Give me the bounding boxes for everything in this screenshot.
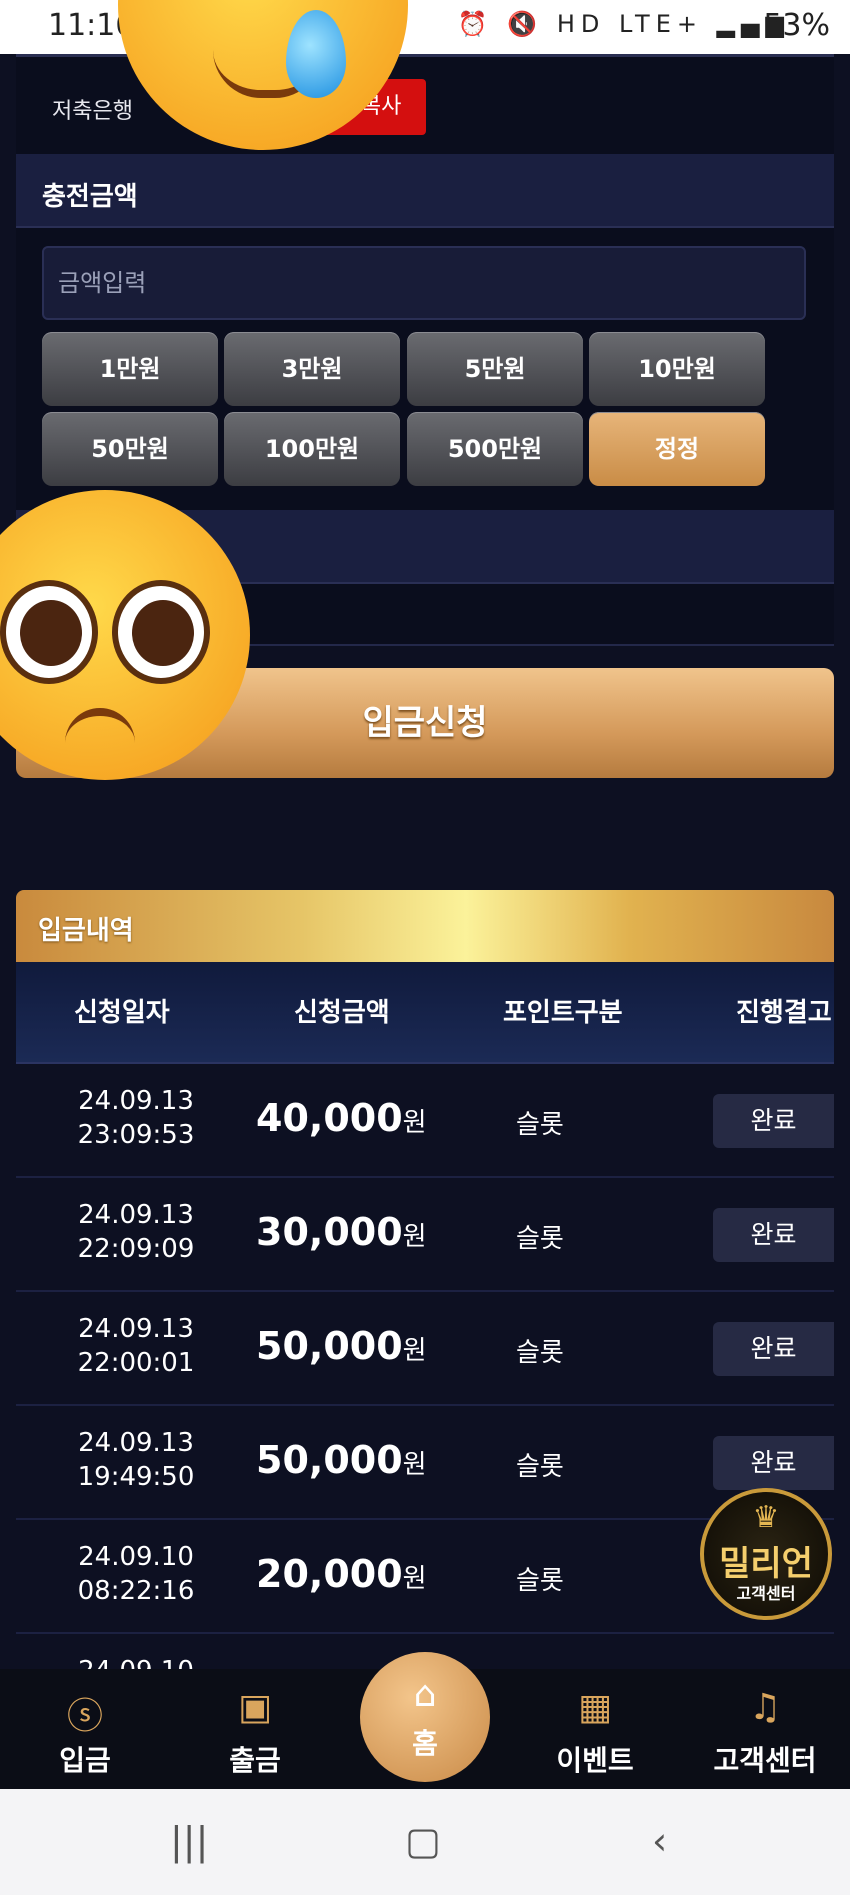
emoji-left-pupil <box>20 600 82 666</box>
nav-support-label: 고객센터 <box>713 1744 817 1777</box>
row-type: 슬롯 <box>516 1338 564 1368</box>
crown-icon: ♛ <box>752 1500 780 1535</box>
row-date: 24.09.10 08:22:16 <box>77 1542 195 1606</box>
emoji-left-eye <box>0 580 98 684</box>
history-columns: 신청일자 신청금액 포인트구분 진행결고 <box>16 962 834 1064</box>
column-result: 진행결고 <box>736 998 832 1028</box>
emoji-frown <box>65 708 135 752</box>
nav-deposit-label: 입금 <box>59 1744 111 1777</box>
emoji-right-pupil <box>132 600 194 666</box>
nav-home-label: 홈 <box>412 1727 438 1760</box>
row-amount: 20,000원 <box>256 1552 427 1596</box>
badge-brand-name: 밀리언 <box>719 1544 813 1584</box>
amount-chip-10k[interactable]: 1만원 <box>42 332 218 406</box>
dollar-coin-icon: ⓢ <box>66 1696 103 1737</box>
row-status-badge: 완료 <box>713 1436 834 1490</box>
amount-input[interactable]: 금액입력 <box>42 246 806 320</box>
back-icon[interactable]: ‹ <box>652 1819 667 1863</box>
amount-chip-1m[interactable]: 100만원 <box>224 412 400 486</box>
row-type: 슬롯 <box>516 1452 564 1482</box>
recent-apps-icon[interactable]: ||| <box>170 1819 208 1863</box>
table-row: 24.09.13 22:00:01 50,000원 슬롯 완료 <box>16 1292 834 1406</box>
row-type: 슬롯 <box>516 1224 564 1254</box>
support-center-badge[interactable]: ♛ 밀리언 고객센터 <box>700 1488 832 1620</box>
history-title: 입금내역 <box>38 916 134 946</box>
amount-chip-500k[interactable]: 50만원 <box>42 412 218 486</box>
column-date: 신청일자 <box>74 998 170 1028</box>
row-status-badge: 완료 <box>713 1322 834 1376</box>
row-status-badge: 완료 <box>713 1094 834 1148</box>
home-icon: ⌂ <box>413 1674 437 1715</box>
row-date: 24.09.13 22:09:09 <box>77 1200 195 1264</box>
row-type: 슬롯 <box>516 1110 564 1140</box>
row-type: 슬롯 <box>516 1566 564 1596</box>
nav-deposit[interactable]: ⓢ 입금 <box>0 1669 170 1789</box>
history-header: 입금내역 <box>16 890 834 962</box>
bank-name: 저축은행 <box>52 99 133 124</box>
system-navigation-bar: ||| ▢ ‹ <box>0 1789 850 1895</box>
column-point-type: 포인트구분 <box>503 998 623 1028</box>
row-date: 24.09.13 23:09:53 <box>77 1086 195 1150</box>
sweat-drop-icon <box>286 10 346 98</box>
nav-withdraw-label: 출금 <box>229 1744 281 1777</box>
row-date: 24.09.13 22:00:01 <box>77 1314 195 1378</box>
nav-event-label: 이벤트 <box>556 1744 634 1777</box>
home-system-icon[interactable]: ▢ <box>405 1819 441 1863</box>
nav-support[interactable]: ♫ 고객센터 <box>680 1669 850 1789</box>
badge-sub-label: 고객센터 <box>736 1584 796 1603</box>
amount-reset-button[interactable]: 정정 <box>589 412 765 486</box>
nav-home-button[interactable]: ⌂ 홈 <box>360 1652 490 1782</box>
row-amount: 50,000원 <box>256 1438 427 1482</box>
table-row: 24.09.13 23:09:53 40,000원 슬롯 완료 <box>16 1064 834 1178</box>
amount-chip-100k[interactable]: 10만원 <box>589 332 765 406</box>
wallet-icon: ▣ <box>237 1687 272 1728</box>
row-date: 24.09.13 19:49:50 <box>77 1428 195 1492</box>
nav-withdraw[interactable]: ▣ 출금 <box>170 1669 340 1789</box>
row-amount: 50,000원 <box>256 1324 427 1368</box>
charge-title: 충전금액 <box>42 182 138 212</box>
table-row: 24.09.13 22:09:09 30,000원 슬롯 완료 <box>16 1178 834 1292</box>
column-amount: 신청금액 <box>294 998 390 1028</box>
charge-section-header: 충전금액 <box>16 154 834 228</box>
amount-chip-5m[interactable]: 500만원 <box>407 412 583 486</box>
status-icons: ⏰ 🔇 HD LTE+ ▂▄▆ <box>457 10 790 38</box>
amount-chip-50k[interactable]: 5만원 <box>407 332 583 406</box>
nav-event[interactable]: ▦ 이벤트 <box>510 1669 680 1789</box>
row-amount: 30,000원 <box>256 1210 427 1254</box>
bell-icon: ♫ <box>748 1687 782 1728</box>
emoji-right-eye <box>112 580 210 684</box>
battery-level: 53% <box>763 8 830 43</box>
row-status-badge: 완료 <box>713 1208 834 1262</box>
row-amount: 40,000원 <box>256 1096 427 1140</box>
amount-chip-30k[interactable]: 3만원 <box>224 332 400 406</box>
gift-icon: ▦ <box>577 1687 612 1728</box>
